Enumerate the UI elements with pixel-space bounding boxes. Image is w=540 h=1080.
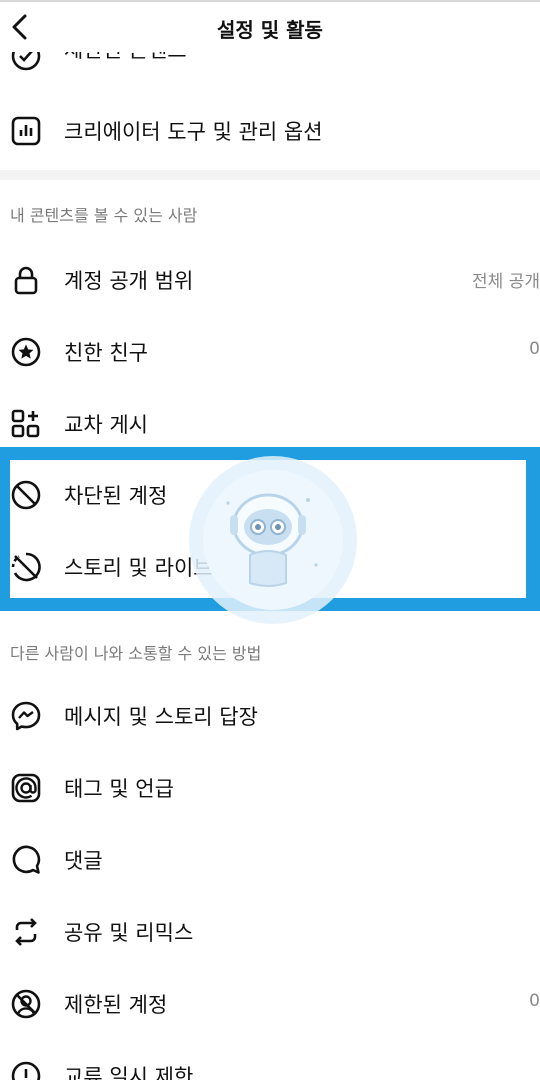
menu-item-label: 댓글	[64, 849, 103, 873]
menu-item-label: 차단된 계정	[64, 484, 168, 508]
section-divider	[0, 170, 540, 180]
comment-icon	[12, 845, 41, 874]
menu-item-restricted-accounts[interactable]: 제한된 계정 0	[0, 976, 540, 1030]
lock-icon	[14, 266, 38, 295]
menu-item-label: 태그 및 언급	[64, 777, 174, 801]
block-icon	[11, 480, 41, 510]
section-title-visibility: 내 콘텐츠를 볼 수 있는 사람	[10, 206, 198, 225]
menu-item-crossposting[interactable]: 교차 게시	[0, 396, 540, 450]
menu-item-label: 크리에이터 도구 및 관리 옵션	[64, 120, 323, 144]
at-sign-icon	[11, 773, 41, 803]
menu-item-tags-mentions[interactable]: 태그 및 언급	[0, 760, 540, 814]
menu-item-comments[interactable]: 댓글	[0, 832, 540, 886]
menu-item-sharing-remix[interactable]: 공유 및 리믹스	[0, 904, 540, 958]
menu-item-label: 제한된 계정	[64, 993, 168, 1017]
menu-item-value: 0	[529, 991, 540, 1011]
bar-chart-icon	[11, 116, 41, 146]
alert-circle-icon	[11, 1061, 41, 1080]
messenger-icon	[11, 701, 41, 731]
repost-icon	[15, 918, 37, 946]
menu-item-value: 0	[529, 339, 540, 359]
menu-item-label: 교류 일시 제한	[64, 1065, 194, 1080]
add-grid-icon	[11, 409, 40, 438]
menu-item-limit-interactions[interactable]: 교류 일시 제한	[0, 1048, 540, 1080]
header-bar: 설정 및 활동	[0, 0, 540, 52]
restricted-user-icon	[11, 989, 41, 1019]
menu-item-value: 전체 공개	[472, 272, 540, 292]
menu-item-label: 교차 게시	[64, 413, 148, 437]
menu-item-account-privacy[interactable]: 계정 공개 범위 전체 공개	[0, 252, 540, 306]
menu-item-label: 친한 친구	[64, 341, 148, 365]
menu-item-close-friends[interactable]: 친한 친구 0	[0, 324, 540, 378]
menu-item-label: 공유 및 리믹스	[64, 921, 194, 945]
robot-mascot-watermark	[189, 456, 357, 624]
story-hidden-icon	[11, 552, 41, 582]
page-title: 설정 및 활동	[217, 18, 323, 42]
menu-item-label: 메시지 및 스토리 답장	[64, 705, 258, 729]
menu-item-messages-story-replies[interactable]: 메시지 및 스토리 답장	[0, 688, 540, 742]
menu-item-label: 계정 공개 범위	[64, 269, 194, 293]
star-circle-icon	[11, 337, 41, 367]
menu-item-creator-tools[interactable]: 크리에이터 도구 및 관리 옵션	[0, 103, 540, 157]
section-title-interactions: 다른 사람이 나와 소통할 수 있는 방법	[10, 644, 262, 663]
